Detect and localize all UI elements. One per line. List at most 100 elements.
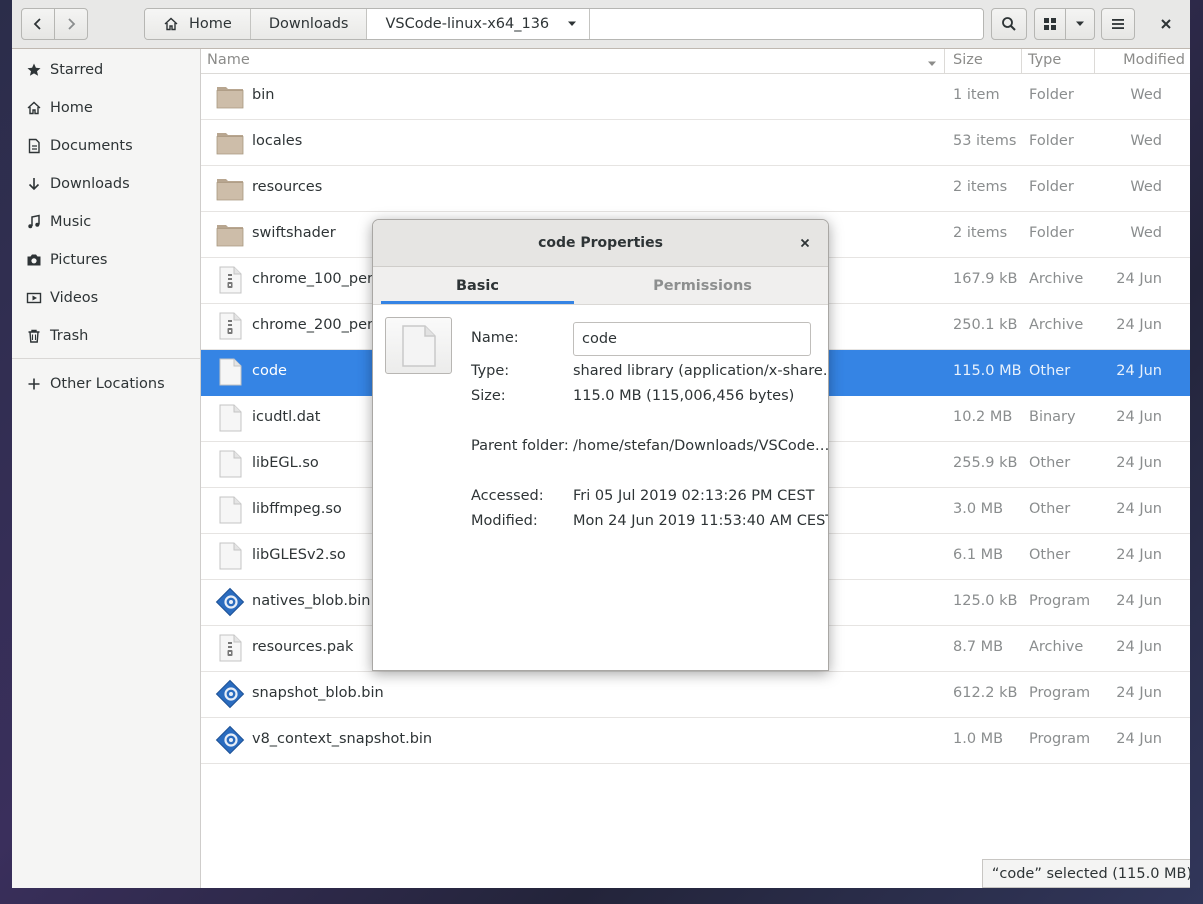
- program-icon: [215, 679, 247, 711]
- view-options-button[interactable]: [1065, 8, 1095, 40]
- file-modified: 24 Jun: [1116, 547, 1162, 563]
- file-modified: 24 Jun: [1116, 271, 1162, 287]
- sidebar-item-label: Pictures: [50, 252, 108, 268]
- sidebar-item-documents[interactable]: Documents: [12, 127, 200, 165]
- table-row[interactable]: bin 1 item Folder Wed: [201, 74, 1190, 120]
- file-name: libEGL.so: [252, 455, 319, 471]
- name-field[interactable]: [573, 322, 811, 356]
- file-size: 3.0 MB: [953, 501, 1004, 517]
- chevron-right-icon: [68, 18, 76, 30]
- file-type: Folder: [1029, 179, 1074, 195]
- window-close-button[interactable]: [1150, 8, 1182, 40]
- file-size: 2 items: [953, 179, 1008, 195]
- file-name: code: [252, 363, 287, 379]
- file-name: chrome_100_perc: [252, 271, 381, 287]
- label-size: Size:: [471, 388, 506, 404]
- folder-icon: [215, 81, 247, 113]
- tab-basic[interactable]: Basic: [381, 267, 574, 304]
- program-icon: [215, 587, 247, 619]
- trash-icon: [26, 328, 42, 344]
- column-modified[interactable]: Modified: [1123, 52, 1185, 68]
- breadcrumb-home[interactable]: Home: [145, 9, 251, 39]
- file-type: Binary: [1029, 409, 1076, 425]
- file-name: swiftshader: [252, 225, 336, 241]
- sidebar-item-pictures[interactable]: Pictures: [12, 241, 200, 279]
- music-note-icon: [26, 214, 42, 230]
- file-type: Folder: [1029, 225, 1074, 241]
- file-type: Program: [1029, 731, 1091, 747]
- column-header: Name Size Type Modified: [201, 49, 1190, 74]
- file-type: Archive: [1029, 639, 1084, 655]
- label-accessed: Accessed:: [471, 488, 544, 504]
- value-parent-folder: /home/stefan/Downloads/VSCode…: [573, 438, 829, 454]
- sidebar-item-other-locations[interactable]: Other Locations: [12, 365, 200, 403]
- column-size[interactable]: Size: [953, 52, 983, 68]
- file-name: bin: [252, 87, 275, 103]
- file-size: 8.7 MB: [953, 639, 1004, 655]
- file-type: Archive: [1029, 317, 1084, 333]
- sidebar-item-home[interactable]: Home: [12, 89, 200, 127]
- document-icon: [26, 138, 42, 154]
- archive-icon: [215, 265, 247, 297]
- value-type: shared library (application/x-share…: [573, 363, 829, 379]
- label-modified: Modified:: [471, 513, 538, 529]
- file-type: Archive: [1029, 271, 1084, 287]
- file-size: 53 items: [953, 133, 1017, 149]
- plus-icon: [26, 376, 42, 392]
- file-preview-icon[interactable]: [385, 317, 452, 374]
- tab-basic-label: Basic: [455, 277, 500, 294]
- file-modified: 24 Jun: [1116, 731, 1162, 747]
- view-mode-button[interactable]: [1034, 8, 1066, 40]
- sidebar-item-downloads[interactable]: Downloads: [12, 165, 200, 203]
- download-arrow-icon: [26, 176, 42, 192]
- back-button[interactable]: [21, 8, 55, 40]
- sidebar-item-music[interactable]: Music: [12, 203, 200, 241]
- grid-view-icon: [1044, 18, 1056, 30]
- file-modified: Wed: [1130, 179, 1162, 195]
- table-row[interactable]: resources 2 items Folder Wed: [201, 166, 1190, 212]
- file-icon: [215, 495, 247, 527]
- chevron-left-icon: [33, 18, 41, 30]
- file-modified: Wed: [1130, 225, 1162, 241]
- breadcrumb-downloads-label: Downloads: [268, 16, 349, 32]
- column-name[interactable]: Name: [207, 52, 250, 68]
- column-type[interactable]: Type: [1028, 52, 1061, 68]
- sidebar: Starred Home Documents Downloads Music P…: [12, 49, 201, 888]
- search-button[interactable]: [991, 8, 1027, 40]
- chevron-down-icon[interactable]: [567, 20, 577, 28]
- file-name: v8_context_snapshot.bin: [252, 731, 433, 747]
- sort-descending-icon[interactable]: [927, 56, 937, 72]
- archive-icon: [215, 633, 247, 665]
- breadcrumb-downloads[interactable]: Downloads: [250, 9, 368, 39]
- file-name: resources.pak: [252, 639, 354, 655]
- tab-permissions[interactable]: Permissions: [606, 267, 799, 304]
- file-name: resources: [252, 179, 323, 195]
- program-icon: [215, 725, 247, 757]
- table-row[interactable]: snapshot_blob.bin 612.2 kB Program 24 Jun: [201, 672, 1190, 718]
- chevron-down-icon: [1076, 21, 1084, 26]
- hamburger-menu-icon: [1112, 19, 1124, 29]
- forward-button[interactable]: [54, 8, 88, 40]
- file-modified: 24 Jun: [1116, 639, 1162, 655]
- sidebar-item-trash[interactable]: Trash: [12, 317, 200, 355]
- value-modified: Mon 24 Jun 2019 11:53:40 AM CEST: [573, 513, 829, 529]
- table-row[interactable]: v8_context_snapshot.bin 1.0 MB Program 24 J…: [201, 718, 1190, 764]
- file-icon: [215, 541, 247, 573]
- breadcrumb-current-folder[interactable]: VSCode-linux-x64_136: [367, 9, 591, 39]
- sidebar-item-label: Other Locations: [50, 376, 165, 392]
- home-icon: [163, 16, 179, 32]
- sidebar-item-starred[interactable]: Starred: [12, 51, 200, 89]
- sidebar-item-label: Starred: [50, 62, 104, 78]
- file-type: Other: [1029, 501, 1071, 517]
- file-size: 612.2 kB: [953, 685, 1018, 701]
- sidebar-item-videos[interactable]: Videos: [12, 279, 200, 317]
- file-size: 167.9 kB: [953, 271, 1018, 287]
- file-modified: 24 Jun: [1116, 501, 1162, 517]
- breadcrumb-current-label: VSCode-linux-x64_136: [385, 16, 550, 32]
- value-size: 115.0 MB (115,006,456 bytes): [573, 388, 795, 404]
- table-row[interactable]: locales 53 items Folder Wed: [201, 120, 1190, 166]
- dialog-close-button[interactable]: [796, 234, 814, 252]
- search-icon: [1002, 17, 1016, 31]
- sidebar-item-label: Music: [50, 214, 92, 230]
- menu-button[interactable]: [1101, 8, 1135, 40]
